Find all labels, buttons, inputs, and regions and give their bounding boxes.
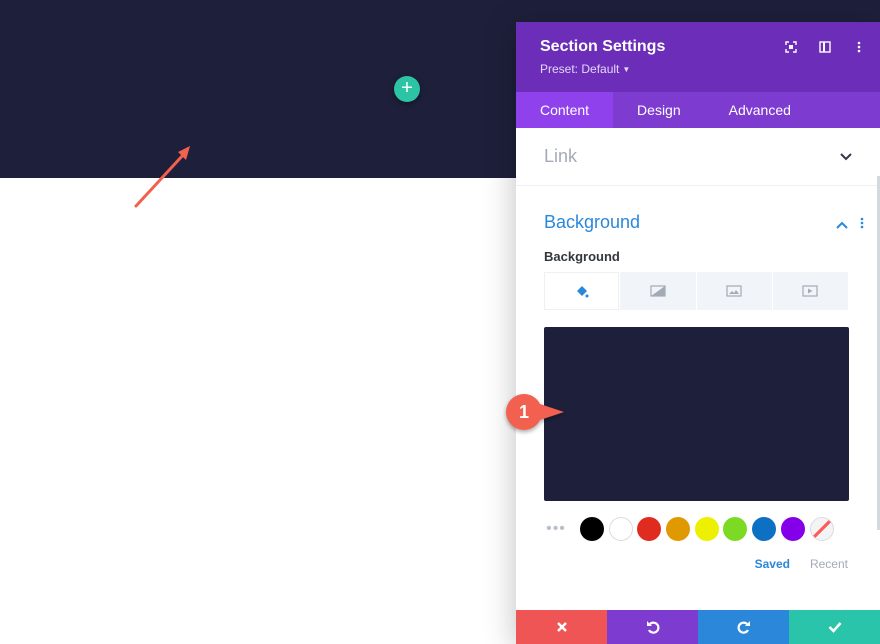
swatch-blue[interactable] xyxy=(752,517,777,541)
more-options-icon[interactable] xyxy=(852,40,866,54)
annotation-arrow xyxy=(134,146,190,208)
tab-content[interactable]: Content xyxy=(516,92,614,128)
palette-tabs: Saved Recent xyxy=(544,557,848,571)
more-colors-icon[interactable]: ••• xyxy=(532,520,580,538)
paint-bucket-icon[interactable] xyxy=(544,272,620,310)
close-icon[interactable] xyxy=(516,610,607,644)
image-icon[interactable] xyxy=(696,272,772,310)
redo-icon[interactable] xyxy=(698,610,789,644)
swatch-yellow[interactable] xyxy=(694,517,719,541)
split-view-icon[interactable] xyxy=(818,40,832,54)
tab-advanced[interactable]: Advanced xyxy=(705,92,815,128)
check-icon[interactable] xyxy=(789,610,880,644)
step-marker: 1 xyxy=(506,394,564,430)
swatch-purple[interactable] xyxy=(780,517,805,541)
color-swatches: ••• xyxy=(532,517,880,541)
swatch-orange[interactable] xyxy=(666,517,691,541)
swatch-none[interactable] xyxy=(809,517,834,541)
swatch-white[interactable] xyxy=(608,517,633,541)
link-toggle-title: Link xyxy=(544,146,578,166)
step-number: 1 xyxy=(518,402,529,422)
panel-header: Section Settings Preset: Default ▼ xyxy=(516,22,880,92)
add-row-button[interactable]: + xyxy=(394,76,420,102)
panel-footer xyxy=(516,610,880,644)
tab-design[interactable]: Design xyxy=(613,92,705,128)
preset-label: Preset: Default xyxy=(540,62,620,76)
background-color-preview[interactable] xyxy=(544,327,849,501)
preset-selector[interactable]: Preset: Default ▼ xyxy=(540,62,856,76)
recent-colors-tab[interactable]: Recent xyxy=(810,557,848,571)
chevron-up-icon[interactable] xyxy=(836,216,848,234)
swatch-black[interactable] xyxy=(580,517,604,541)
background-toggle: Background Background ••• Saved Recent xyxy=(516,186,880,571)
toggle-options-icon[interactable] xyxy=(860,216,864,234)
chevron-down-icon xyxy=(840,150,852,164)
background-toggle-title[interactable]: Background xyxy=(544,212,880,233)
caret-down-icon: ▼ xyxy=(622,65,631,74)
settings-tabs: Content Design Advanced xyxy=(516,92,880,128)
video-icon[interactable] xyxy=(772,272,849,310)
undo-icon[interactable] xyxy=(607,610,698,644)
swatch-red[interactable] xyxy=(637,517,662,541)
saved-colors-tab[interactable]: Saved xyxy=(755,557,790,571)
link-toggle[interactable]: Link xyxy=(516,128,880,186)
background-type-tabs xyxy=(544,272,849,310)
background-field-label: Background xyxy=(544,249,620,264)
section-settings-panel: Section Settings Preset: Default ▼ Conten… xyxy=(516,22,880,644)
fullscreen-icon[interactable] xyxy=(784,40,798,54)
gradient-icon[interactable] xyxy=(620,272,696,310)
swatch-green[interactable] xyxy=(723,517,748,541)
